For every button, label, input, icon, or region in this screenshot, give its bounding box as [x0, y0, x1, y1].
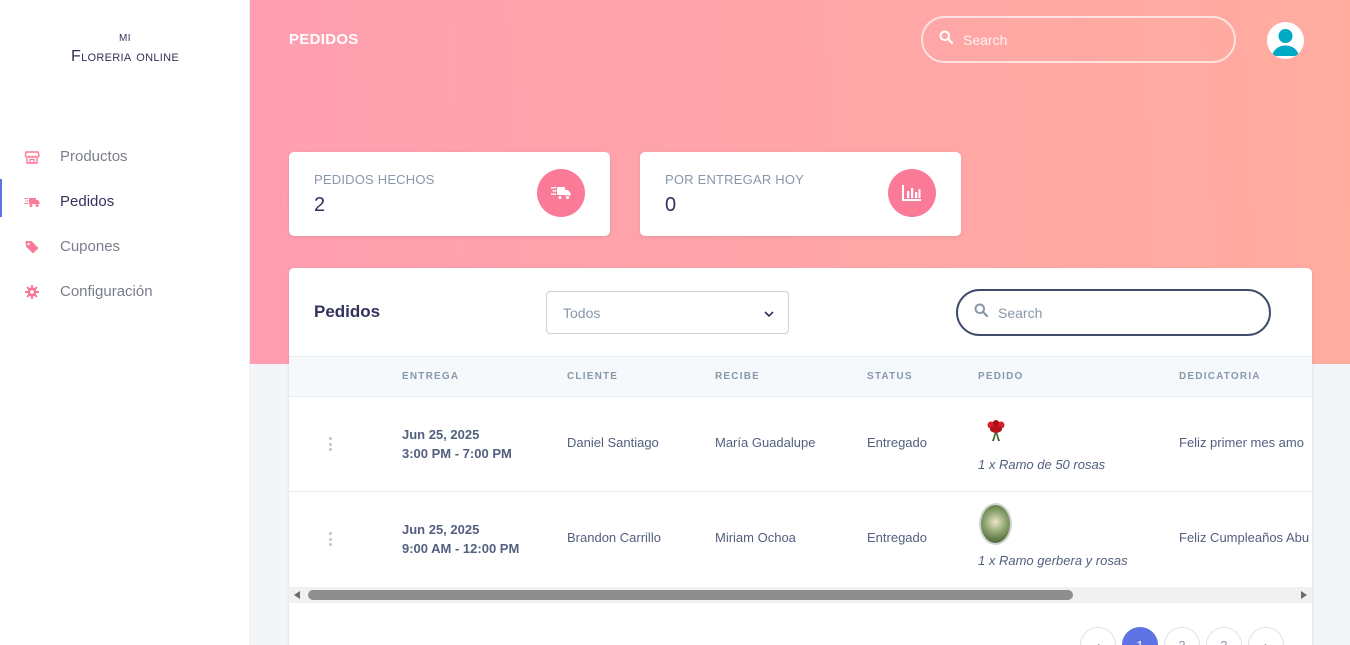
- gear-icon: [24, 284, 40, 300]
- brand-logo[interactable]: MI Floreria online: [0, 32, 250, 68]
- row-actions-icon[interactable]: [327, 532, 333, 546]
- table-row[interactable]: Jun 25, 2025 3:00 PM - 7:00 PM Daniel Sa…: [289, 397, 1312, 492]
- sidebar-item-configuracion[interactable]: Configuración: [0, 269, 250, 314]
- pagination-next-button[interactable]: ›: [1248, 627, 1284, 645]
- delivery-icon: [24, 194, 40, 210]
- sidebar-item-cupones[interactable]: Cupones: [0, 224, 250, 269]
- column-header-dedicatoria[interactable]: DEDICATORIA: [1179, 371, 1261, 382]
- pedido-cell: 1 x Ramo de 50 rosas: [978, 457, 1106, 472]
- product-thumbnail: [979, 503, 1012, 545]
- scroll-left-icon[interactable]: [294, 591, 300, 599]
- user-avatar[interactable]: [1267, 22, 1304, 59]
- search-icon: [974, 303, 989, 322]
- pedido-cell: 1 x Ramo gerbera y rosas: [978, 553, 1128, 568]
- pagination: ‹ 1 2 3 ›: [1080, 627, 1284, 645]
- chevron-down-icon: [764, 305, 774, 321]
- orders-search[interactable]: [956, 289, 1271, 336]
- column-header-status[interactable]: STATUS: [867, 371, 913, 382]
- product-thumbnail: [987, 420, 1005, 441]
- stat-card-por-entregar: POR ENTREGAR HOY 0: [640, 152, 961, 236]
- orders-card: Pedidos Todos ENTREGA CLIENTE RECIBE STA…: [289, 268, 1312, 645]
- sidebar-item-pedidos[interactable]: Pedidos: [0, 179, 250, 224]
- stat-card-pedidos-hechos: PEDIDOS HECHOS 2: [289, 152, 610, 236]
- delivery-date: Jun 25, 2025: [402, 522, 480, 537]
- delivery-time: 3:00 PM - 7:00 PM: [402, 446, 512, 461]
- sidebar-item-label: Pedidos: [60, 193, 115, 210]
- header-search-input[interactable]: [963, 31, 1203, 48]
- orders-search-input[interactable]: [998, 304, 1238, 321]
- sidebar-item-label: Cupones: [60, 238, 121, 255]
- sidebar-item-label: Configuración: [60, 283, 153, 300]
- sidebar-item-productos[interactable]: Productos: [0, 134, 250, 179]
- tag-icon: [24, 239, 40, 255]
- column-header-pedido[interactable]: PEDIDO: [978, 371, 1024, 382]
- recibe-cell: Miriam Ochoa: [715, 530, 796, 545]
- pagination-page-2[interactable]: 2: [1164, 627, 1200, 645]
- stat-value: 2: [314, 194, 326, 216]
- stat-label: PEDIDOS HECHOS: [314, 172, 435, 187]
- sidebar-item-label: Productos: [60, 148, 128, 165]
- row-actions-icon[interactable]: [327, 437, 333, 451]
- table-header: ENTREGA CLIENTE RECIBE STATUS PEDIDO DED…: [289, 356, 1312, 397]
- column-header-cliente[interactable]: CLIENTE: [567, 371, 618, 382]
- status-cell: Entregado: [867, 530, 927, 545]
- stat-label: POR ENTREGAR HOY: [665, 172, 804, 187]
- delivery-time: 9:00 AM - 12:00 PM: [402, 541, 520, 556]
- dedicatoria-cell: Feliz primer mes amo: [1179, 435, 1304, 450]
- recibe-cell: María Guadalupe: [715, 435, 816, 450]
- dedicatoria-cell: Feliz Cumpleaños Abu: [1179, 530, 1310, 545]
- scrollbar-thumb[interactable]: [308, 590, 1073, 600]
- truck-fast-icon: [537, 169, 585, 217]
- stat-value: 0: [665, 194, 677, 216]
- column-header-entrega[interactable]: ENTREGA: [402, 371, 459, 382]
- status-filter-value: Todos: [563, 304, 601, 321]
- delivery-date: Jun 25, 2025: [402, 427, 480, 442]
- store-icon: [24, 149, 40, 165]
- column-header-recibe[interactable]: RECIBE: [715, 371, 760, 382]
- search-icon: [939, 30, 954, 49]
- horizontal-scrollbar[interactable]: [289, 587, 1312, 603]
- cliente-cell: Daniel Santiago: [567, 435, 659, 450]
- pagination-page-3[interactable]: 3: [1206, 627, 1242, 645]
- cliente-cell: Brandon Carrillo: [567, 530, 661, 545]
- page-title[interactable]: PEDIDOS: [289, 31, 359, 48]
- user-icon: [1272, 29, 1299, 56]
- pagination-page-1[interactable]: 1: [1122, 627, 1158, 645]
- status-filter-select[interactable]: Todos: [546, 291, 789, 334]
- status-cell: Entregado: [867, 435, 927, 450]
- brand-prefix: MI: [118, 33, 132, 44]
- bar-chart-icon: [888, 169, 936, 217]
- sidebar-nav: Productos Pedidos Cupones Configuración: [0, 134, 250, 314]
- brand-name: Floreria online: [71, 48, 179, 65]
- sidebar: MI Floreria online Productos Pedidos Cup…: [0, 0, 250, 645]
- table-row[interactable]: Jun 25, 2025 9:00 AM - 12:00 PM Brandon …: [289, 492, 1312, 587]
- header-search[interactable]: [921, 16, 1236, 63]
- pagination-prev-button[interactable]: ‹: [1080, 627, 1116, 645]
- orders-title: Pedidos: [314, 302, 381, 321]
- scroll-right-icon[interactable]: [1301, 591, 1307, 599]
